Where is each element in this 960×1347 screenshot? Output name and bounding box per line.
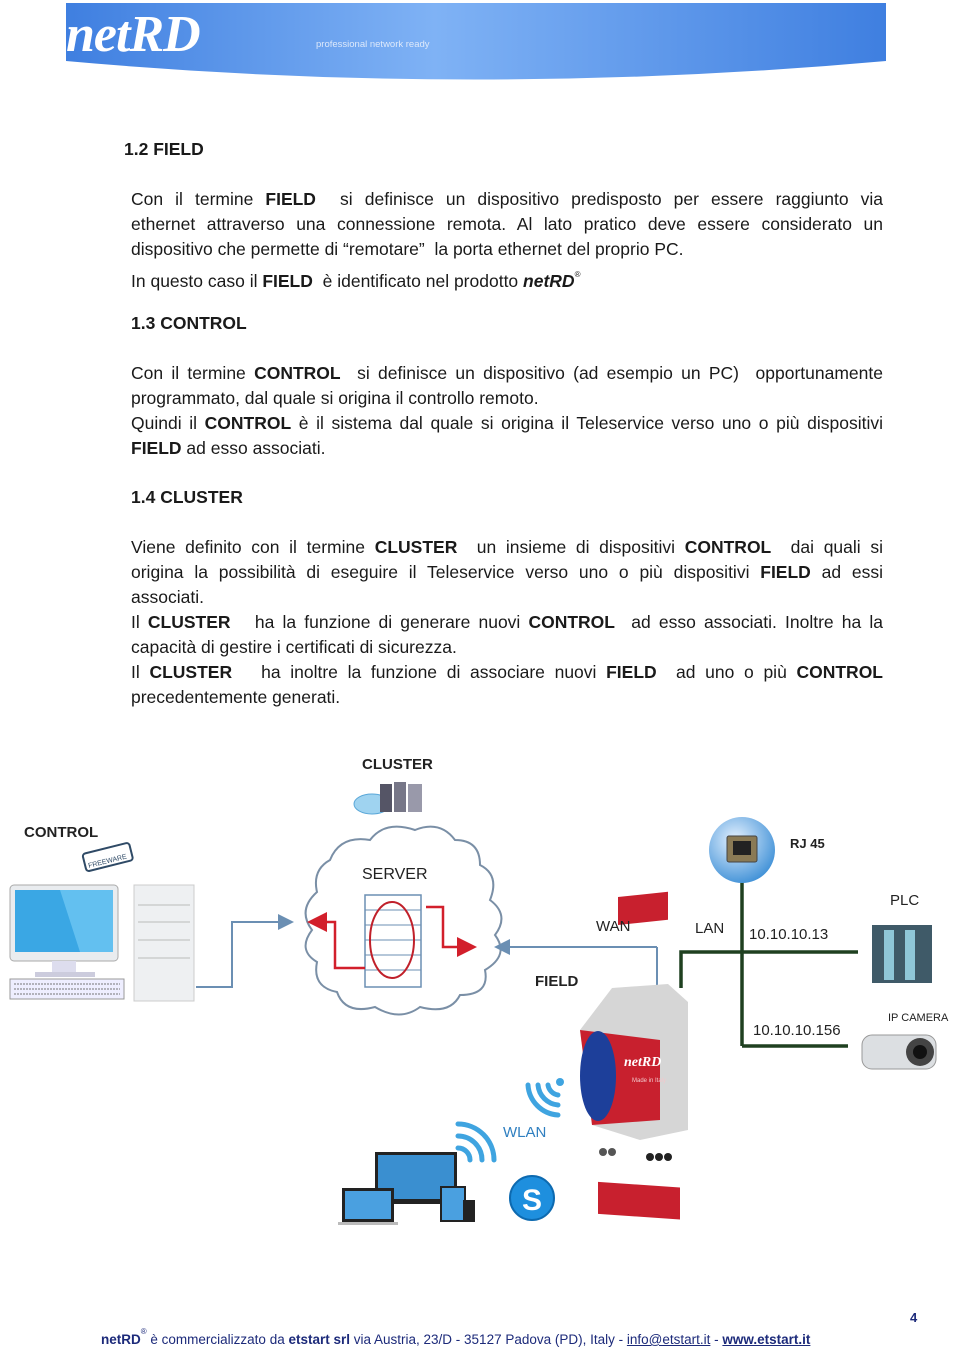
bold-term: CLUSTER	[147, 612, 231, 632]
label-wlan: WLAN	[503, 1124, 547, 1141]
device-brand-label: netRD	[624, 1055, 661, 1070]
footer-address: via Austria, 23/D - 35127 Padova (PD), I…	[350, 1332, 627, 1347]
bold-term: FIELD	[262, 271, 313, 291]
label-ip-camera: IP CAMERA	[888, 1012, 949, 1024]
paragraph-line: associati.	[131, 587, 204, 607]
label-wan: WAN	[596, 918, 631, 935]
label-ip-plc: 10.10.10.13	[749, 926, 829, 943]
paragraph-line: In questo caso il FIELD è identificato n…	[131, 270, 581, 291]
footer-brand: netRD	[101, 1332, 141, 1347]
paragraph-line: Il CLUSTER ha inoltre la funzione di ass…	[131, 662, 884, 682]
ip-camera-icon	[861, 1034, 937, 1070]
network-diagram: FREEWARE netRD Made in Italy S CLUSTER C…	[0, 740, 960, 1260]
paragraph-line: ethernet attraverso una connessione remo…	[131, 214, 883, 234]
bold-term: FIELD	[606, 662, 657, 682]
paragraph-line: Il CLUSTER ha la funzione di generare nu…	[131, 612, 884, 632]
paragraph-line: Quindi il CONTROL è il sistema dal quale…	[131, 413, 883, 433]
rj45-globe-icon	[709, 817, 775, 883]
wifi-icon-upper	[525, 1078, 564, 1118]
skype-letter: S	[522, 1184, 542, 1217]
bold-term: CONTROL	[254, 363, 341, 383]
bold-term: FIELD	[760, 562, 811, 582]
label-cluster: CLUSTER	[362, 756, 433, 773]
plc-icon	[872, 925, 932, 983]
registered-mark: ®	[574, 270, 581, 279]
label-server: SERVER	[362, 866, 428, 883]
wifi-icon-lower	[455, 1121, 497, 1163]
label-ip-camera-address: 10.10.10.156	[753, 1022, 841, 1039]
paragraph-line: precedentemente generati.	[131, 687, 341, 707]
footer-email-link[interactable]: info@etstart.it	[627, 1332, 711, 1347]
paragraph-line: programmato, dal quale si origina il con…	[131, 388, 539, 408]
lan-lines	[679, 860, 858, 1048]
bold-term: CONTROL	[528, 612, 615, 632]
heading-cluster: 1.4 CLUSTER	[131, 487, 243, 507]
paragraph-line: Con il termine CONTROL si definisce un d…	[131, 363, 883, 383]
netrd-logo: netRD	[66, 6, 201, 63]
bold-term: FIELD	[265, 189, 316, 209]
cluster-icon	[353, 782, 422, 815]
bold-term: FIELD	[131, 438, 182, 458]
bold-term: CONTROL	[204, 413, 292, 433]
control-wan-link	[196, 914, 294, 988]
label-rj45: RJ 45	[790, 836, 825, 851]
footer: netRD® è commercializzato da etstart srl…	[101, 1327, 810, 1347]
product-name: netRD	[523, 271, 575, 291]
paragraph-line: Viene definito con il termine CLUSTER un…	[131, 537, 883, 557]
label-field: FIELD	[535, 973, 579, 990]
bold-term: CLUSTER	[149, 662, 233, 682]
footer-text: è commercializzato da	[146, 1332, 289, 1347]
footer-company: etstart srl	[288, 1332, 350, 1347]
client-devices-icon	[338, 1152, 475, 1225]
paragraph-control: Con il termine CONTROL si definisce un d…	[131, 361, 883, 461]
page-number: 4	[910, 1310, 918, 1325]
paragraph-line: FIELD ad esso associati.	[131, 438, 326, 458]
bold-term: CLUSTER	[374, 537, 458, 557]
paragraph-line: capacità di gestire i certificati di sic…	[131, 637, 457, 657]
bold-term: CONTROL	[684, 537, 772, 557]
logo-tagline: professional network ready	[316, 39, 430, 50]
footer-separator: -	[710, 1332, 723, 1347]
paragraph-field: Con il termine FIELD si definisce un dis…	[131, 187, 883, 291]
label-control: CONTROL	[24, 824, 99, 841]
heading-field: 1.2 FIELD	[124, 139, 204, 159]
paragraph-line: Con il termine FIELD si definisce un dis…	[131, 189, 883, 209]
label-plc: PLC	[890, 892, 920, 909]
label-lan: LAN	[695, 920, 725, 937]
footer-website-link[interactable]: www.etstart.it	[722, 1332, 810, 1347]
bold-term: CONTROL	[796, 662, 884, 682]
device-made-in-label: Made in Italy	[632, 1078, 666, 1084]
heading-control: 1.3 CONTROL	[131, 313, 247, 333]
paragraph-line: origina la possibilità di eseguire il Te…	[131, 562, 883, 582]
paragraph-line: dispositivo che permette di “remotare” l…	[131, 239, 684, 259]
paragraph-cluster: Viene definito con il termine CLUSTER un…	[131, 535, 883, 710]
